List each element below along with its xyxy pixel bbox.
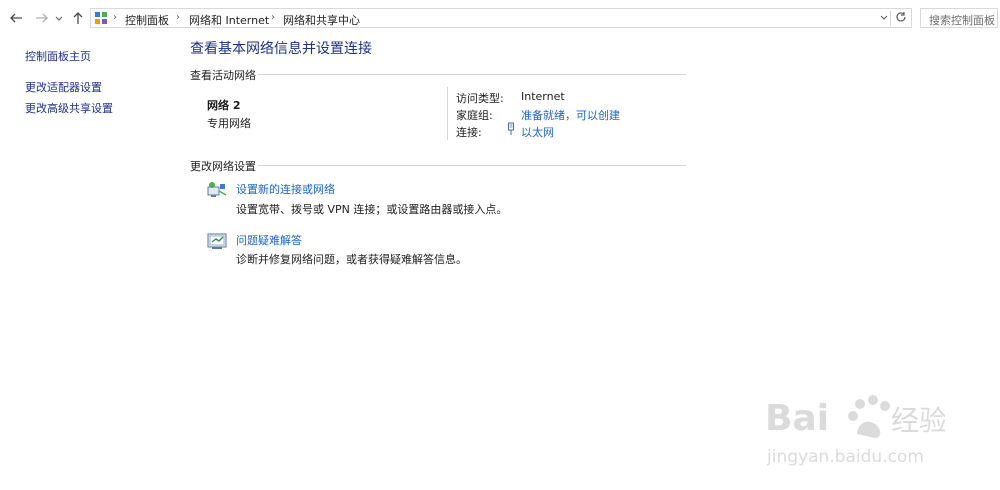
troubleshoot-link[interactable]: 问题疑难解答 [236, 232, 302, 248]
address-bar[interactable]: › 控制面板 › 网络和 Internet › 网络和共享中心 [90, 8, 912, 28]
refresh-icon[interactable] [890, 10, 907, 26]
address-dropdown-icon[interactable] [879, 11, 889, 28]
svg-text:经验: 经验 [891, 404, 945, 437]
active-networks-heading: 查看活动网络 [190, 69, 256, 82]
section-divider [258, 165, 686, 166]
setup-connection-link[interactable]: 设置新的连接或网络 [236, 181, 335, 197]
navigation-bar: › 控制面板 › 网络和 Internet › 网络和共享中心 搜索控制面板 [0, 0, 1000, 36]
baidu-jingyan-watermark: Bai 经验 jingyan.baidu.com [765, 382, 947, 472]
vertical-divider [447, 87, 448, 140]
breadcrumb-network-sharing-center[interactable]: 网络和共享中心 [283, 12, 360, 28]
connection-label: 连接: [456, 126, 482, 139]
setup-connection-desc: 设置宽带、拨号或 VPN 连接；或设置路由器或接入点。 [236, 203, 508, 216]
control-panel-icon [94, 11, 108, 25]
access-type-value: Internet [521, 90, 565, 103]
section-divider [258, 74, 686, 75]
access-type-label: 访问类型: [456, 92, 504, 105]
sidebar-item-adapter-settings[interactable]: 更改适配器设置 [25, 79, 102, 95]
homegroup-link[interactable]: 准备就绪，可以创建 [521, 107, 620, 123]
up-arrow-icon[interactable] [70, 10, 86, 26]
sidebar-item-control-panel-home[interactable]: 控制面板主页 [25, 48, 91, 64]
breadcrumb-separator: › [271, 12, 275, 23]
troubleshoot-desc: 诊断并修复网络问题，或者获得疑难解答信息。 [236, 253, 467, 266]
network-name: 网络 2 [207, 99, 241, 112]
network-category: 专用网络 [207, 117, 251, 130]
search-input[interactable]: 搜索控制面板 [920, 8, 998, 28]
svg-text:jingyan.baidu.com: jingyan.baidu.com [766, 447, 924, 467]
sidebar-item-advanced-sharing[interactable]: 更改高级共享设置 [25, 100, 113, 116]
breadcrumb-separator: › [176, 12, 180, 23]
troubleshoot-icon [206, 231, 228, 251]
page-title: 查看基本网络信息并设置连接 [190, 41, 372, 57]
change-settings-heading: 更改网络设置 [190, 160, 256, 173]
chevron-down-icon[interactable] [54, 10, 64, 26]
back-arrow-icon[interactable] [8, 10, 24, 26]
breadcrumb-separator: › [113, 12, 117, 23]
breadcrumb-control-panel[interactable]: 控制面板 [125, 12, 169, 28]
breadcrumb-network-internet[interactable]: 网络和 Internet [189, 12, 269, 28]
ethernet-icon [506, 122, 516, 136]
homegroup-label: 家庭组: [456, 109, 493, 122]
svg-text:Bai: Bai [765, 398, 829, 439]
forward-arrow-icon[interactable] [34, 10, 50, 26]
ethernet-link[interactable]: 以太网 [521, 124, 554, 140]
new-connection-icon [206, 180, 228, 200]
